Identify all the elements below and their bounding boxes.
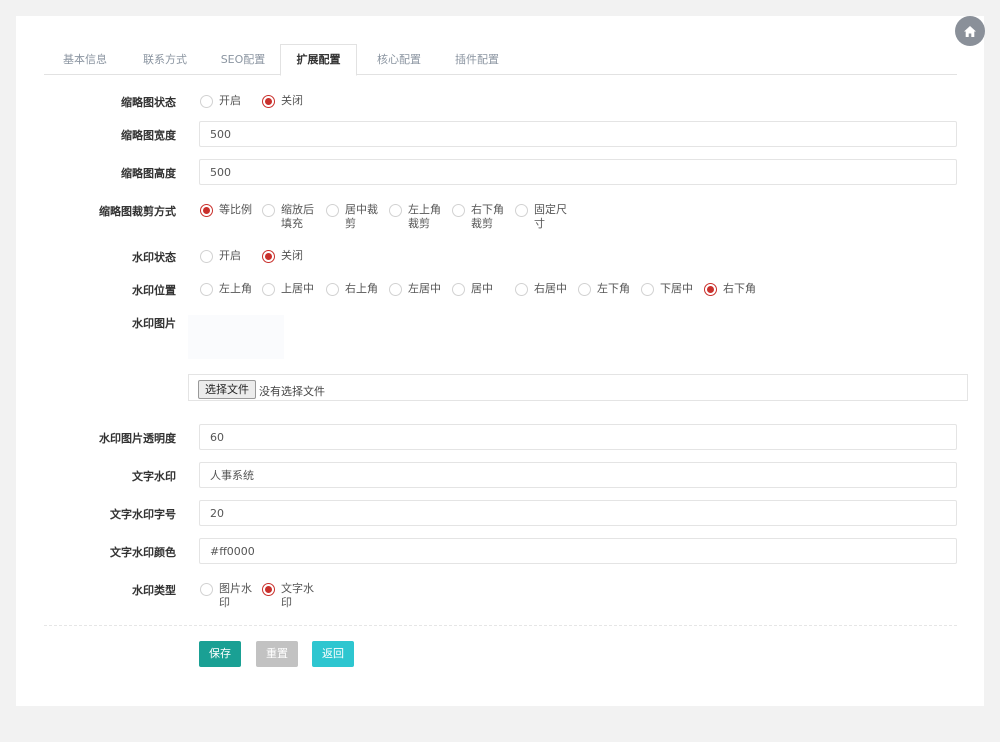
tab-bar: 基本信息 联系方式 SEO配置 扩展配置 核心配置 插件配置 (44, 44, 957, 76)
watermark-status-on-radio[interactable]: 开启 (200, 249, 241, 263)
radio-circle (389, 204, 402, 217)
tab-contact[interactable]: 联系方式 (130, 45, 200, 75)
radio-circle (200, 95, 213, 108)
tab-basic-info[interactable]: 基本信息 (50, 45, 120, 75)
watermark-type-text-radio[interactable]: 文字水印 (262, 582, 315, 610)
thumb-crop-label: 缩略图裁剪方式 (99, 205, 176, 218)
tab-plugins[interactable]: 插件配置 (442, 45, 512, 75)
back-button[interactable]: 返回 (312, 641, 354, 667)
thumb-crop-topleft-radio[interactable]: 左上角裁剪 (389, 203, 442, 231)
watermark-status-off-radio[interactable]: 关闭 (262, 249, 303, 263)
thumb-width-input[interactable] (199, 121, 957, 147)
file-status-text: 没有选择文件 (259, 385, 325, 398)
watermark-pos-topright-radio[interactable]: 右上角 (326, 282, 378, 296)
radio-circle (389, 283, 402, 296)
radio-circle (200, 204, 213, 217)
thumb-width-label: 缩略图宽度 (121, 129, 176, 142)
radio-circle (326, 204, 339, 217)
thumb-status-on-radio[interactable]: 开启 (200, 94, 241, 108)
radio-circle (200, 283, 213, 296)
thumb-height-input[interactable] (199, 159, 957, 185)
watermark-pos-topcenter-radio[interactable]: 上居中 (262, 282, 314, 296)
watermark-pos-center-radio[interactable]: 居中 (452, 282, 493, 296)
radio-circle (200, 583, 213, 596)
radio-circle (641, 283, 654, 296)
watermark-image-label: 水印图片 (132, 317, 176, 330)
thumb-crop-center-radio[interactable]: 居中裁剪 (326, 203, 379, 231)
tab-seo[interactable]: SEO配置 (208, 45, 278, 75)
radio-circle (262, 204, 275, 217)
thumb-height-label: 缩略图高度 (121, 167, 176, 180)
text-color-input[interactable] (199, 538, 957, 564)
watermark-opacity-label: 水印图片透明度 (99, 432, 176, 445)
radio-circle (262, 283, 275, 296)
watermark-pos-bottomright-radio[interactable]: 右下角 (704, 282, 756, 296)
thumb-crop-fill-radio[interactable]: 缩放后填充 (262, 203, 315, 231)
radio-circle (200, 250, 213, 263)
reset-button[interactable]: 重置 (256, 641, 298, 667)
text-size-input[interactable] (199, 500, 957, 526)
text-size-label: 文字水印字号 (110, 508, 176, 521)
thumb-crop-proportional-radio[interactable]: 等比例 (200, 203, 259, 217)
radio-circle (704, 283, 717, 296)
radio-circle (262, 583, 275, 596)
radio-circle (452, 283, 465, 296)
text-watermark-input[interactable] (199, 462, 957, 488)
text-color-label: 文字水印颜色 (110, 546, 176, 559)
radio-circle (452, 204, 465, 217)
watermark-image-preview (188, 315, 284, 359)
tab-extended[interactable]: 扩展配置 (280, 44, 357, 76)
watermark-pos-bottomcenter-radio[interactable]: 下居中 (641, 282, 693, 296)
watermark-type-image-radio[interactable]: 图片水印 (200, 582, 253, 610)
watermark-position-label: 水印位置 (132, 284, 176, 297)
watermark-pos-leftcenter-radio[interactable]: 左居中 (389, 282, 441, 296)
thumb-status-label: 缩略图状态 (121, 96, 176, 109)
watermark-file-input[interactable]: 选择文件 没有选择文件 (188, 374, 968, 401)
radio-circle (515, 204, 528, 217)
form-divider (44, 625, 957, 626)
radio-circle (262, 95, 275, 108)
tab-core[interactable]: 核心配置 (364, 45, 434, 75)
watermark-pos-rightcenter-radio[interactable]: 右居中 (515, 282, 567, 296)
settings-card: 基本信息 联系方式 SEO配置 扩展配置 核心配置 插件配置 缩略图状态 开启 … (16, 16, 984, 706)
watermark-pos-topleft-radio[interactable]: 左上角 (200, 282, 252, 296)
watermark-status-label: 水印状态 (132, 251, 176, 264)
home-button[interactable] (955, 16, 985, 46)
watermark-type-label: 水印类型 (132, 584, 176, 597)
home-icon (964, 25, 976, 37)
text-watermark-label: 文字水印 (132, 470, 176, 483)
thumb-crop-fixed-radio[interactable]: 固定尺寸 (515, 203, 568, 231)
watermark-opacity-input[interactable] (199, 424, 957, 450)
save-button[interactable]: 保存 (199, 641, 241, 667)
thumb-status-off-radio[interactable]: 关闭 (262, 94, 303, 108)
radio-circle (326, 283, 339, 296)
radio-circle (578, 283, 591, 296)
radio-circle (515, 283, 528, 296)
choose-file-button[interactable]: 选择文件 (198, 380, 256, 399)
thumb-crop-bottomright-radio[interactable]: 右下角裁剪 (452, 203, 505, 231)
watermark-pos-bottomleft-radio[interactable]: 左下角 (578, 282, 630, 296)
radio-circle (262, 250, 275, 263)
